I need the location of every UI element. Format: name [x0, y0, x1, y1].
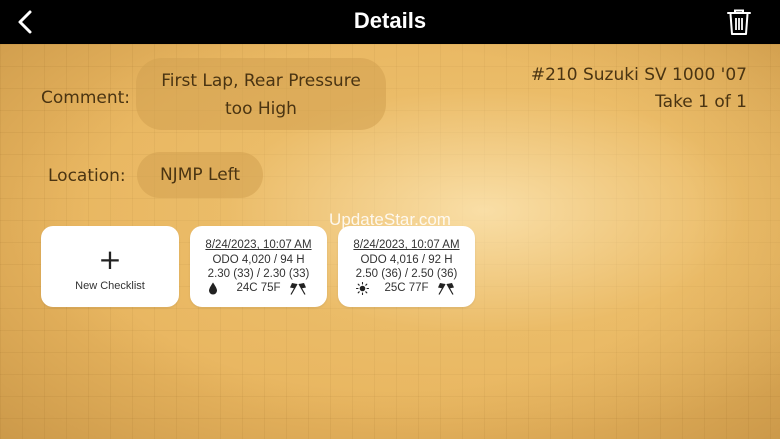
- checkered-flags-icon: [290, 283, 306, 295]
- session-date: 8/24/2023, 10:07 AM: [205, 239, 312, 251]
- bike-name: #210 Suzuki SV 1000 '07: [530, 65, 747, 85]
- session-card[interactable]: 8/24/2023, 10:07 AM ODO 4,016 / 92 H 2.5…: [338, 226, 475, 307]
- session-pressure: 2.30 (33) / 2.30 (33): [207, 268, 310, 280]
- comment-value-line1: First Lap, Rear Pressure: [161, 71, 361, 91]
- checkered-flags-icon: [438, 283, 454, 295]
- session-weather: 24C 75F: [190, 281, 327, 297]
- session-card[interactable]: 8/24/2023, 10:07 AM ODO 4,020 / 94 H 2.3…: [190, 226, 327, 307]
- trash-icon[interactable]: [726, 8, 752, 36]
- session-pressure: 2.50 (36) / 2.50 (36): [355, 268, 458, 280]
- new-checklist-button[interactable]: + New Checklist: [41, 226, 179, 307]
- page-title: Details: [353, 8, 427, 33]
- bike-info: #210 Suzuki SV 1000 '07 Take 1 of 1: [531, 62, 747, 116]
- comment-field[interactable]: First Lap, Rear Pressure too High: [136, 58, 386, 130]
- session-weather: 25C 77F: [338, 281, 475, 297]
- take-count: Take 1 of 1: [655, 92, 747, 112]
- session-date: 8/24/2023, 10:07 AM: [353, 239, 460, 251]
- session-odo: ODO 4,020 / 94 H: [212, 254, 305, 266]
- plus-icon: +: [98, 243, 122, 276]
- comment-label: Comment:: [41, 88, 131, 108]
- session-odo: ODO 4,016 / 92 H: [360, 254, 453, 266]
- location-label: Location:: [48, 166, 126, 186]
- nav-bar: Details: [0, 0, 780, 44]
- comment-value-line2: too High: [225, 99, 297, 119]
- new-checklist-label: New Checklist: [75, 280, 145, 292]
- location-field[interactable]: NJMP Left: [137, 152, 263, 198]
